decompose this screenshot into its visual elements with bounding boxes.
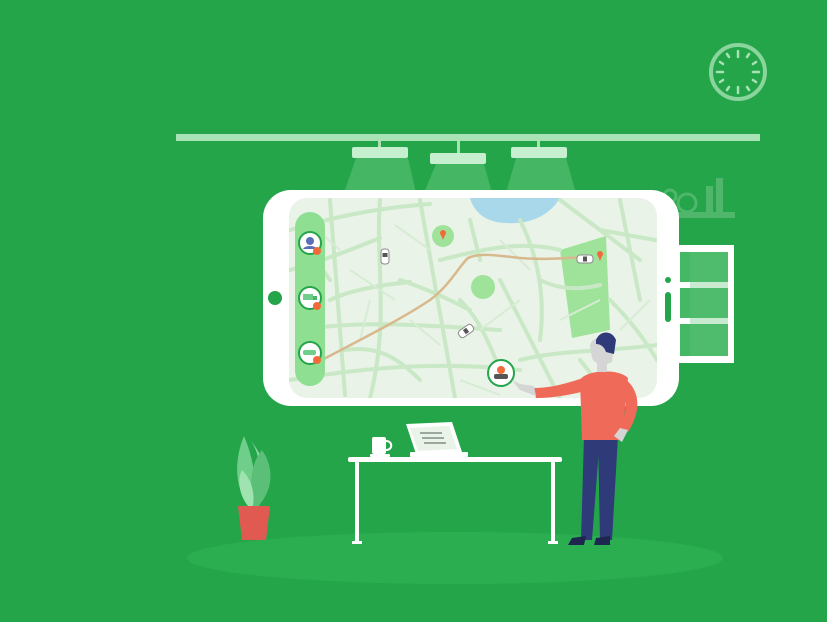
window: [672, 245, 734, 363]
ceiling-rail: [176, 134, 760, 141]
car-icon: [298, 341, 322, 365]
phone-home-button: [268, 291, 282, 305]
ceiling-lamps: [344, 141, 576, 193]
car-icon: [576, 254, 594, 264]
ride-tracking-illustration: [0, 0, 827, 622]
driver-avatar-icon: [298, 231, 322, 255]
floor: [187, 532, 723, 584]
car-icon: [380, 248, 390, 265]
truck-icon: [298, 286, 322, 310]
destination-marker: [487, 359, 515, 387]
